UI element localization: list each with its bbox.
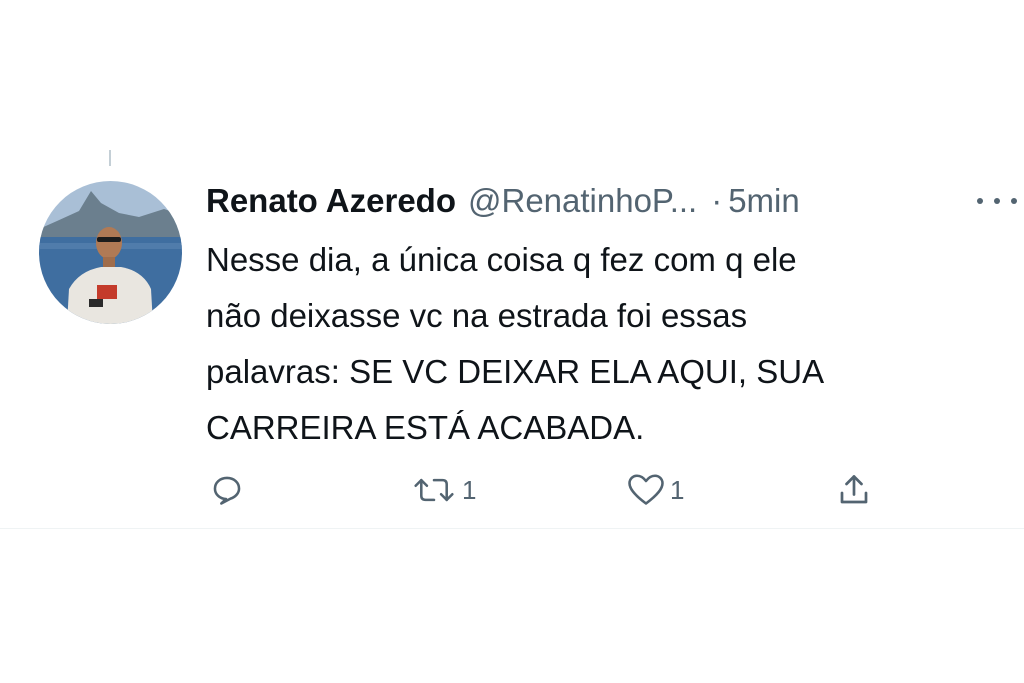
- tweet-header: Renato Azeredo @RenatinhoP... · 5min: [206, 176, 1017, 226]
- display-name[interactable]: Renato Azeredo: [206, 182, 456, 220]
- share-button[interactable]: [836, 470, 876, 510]
- tweet-text: Nesse dia, a única coisa q fez com q ele…: [206, 232, 996, 456]
- reply-icon: [213, 476, 241, 505]
- tweet-divider: [0, 528, 1024, 529]
- share-icon: [840, 475, 868, 504]
- retweet-button[interactable]: 1: [410, 470, 476, 510]
- tweet-text-line: Nesse dia, a única coisa q fez com q ele: [206, 241, 797, 278]
- user-handle[interactable]: @RenatinhoP...: [468, 182, 697, 220]
- more-options-icon[interactable]: [977, 188, 1017, 214]
- reply-button[interactable]: [210, 470, 248, 510]
- separator-dot: ·: [711, 182, 723, 219]
- like-button[interactable]: 1: [626, 470, 684, 510]
- retweet-icon: [414, 478, 454, 502]
- tweet-text-line: não deixasse vc na estrada foi essas: [206, 297, 748, 334]
- like-count: 1: [670, 474, 685, 505]
- avatar[interactable]: [39, 181, 182, 324]
- thread-connector-line: [109, 150, 111, 166]
- timestamp[interactable]: 5min: [728, 182, 800, 220]
- retweet-count: 1: [462, 474, 477, 505]
- tweet-text-line: palavras: SE VC DEIXAR ELA AQUI, SUA: [206, 353, 825, 390]
- tweet-action-bar: 1 1: [0, 470, 1024, 510]
- heart-icon: [628, 474, 664, 505]
- tweet-text-line: CARREIRA ESTÁ ACABADA.: [206, 409, 645, 446]
